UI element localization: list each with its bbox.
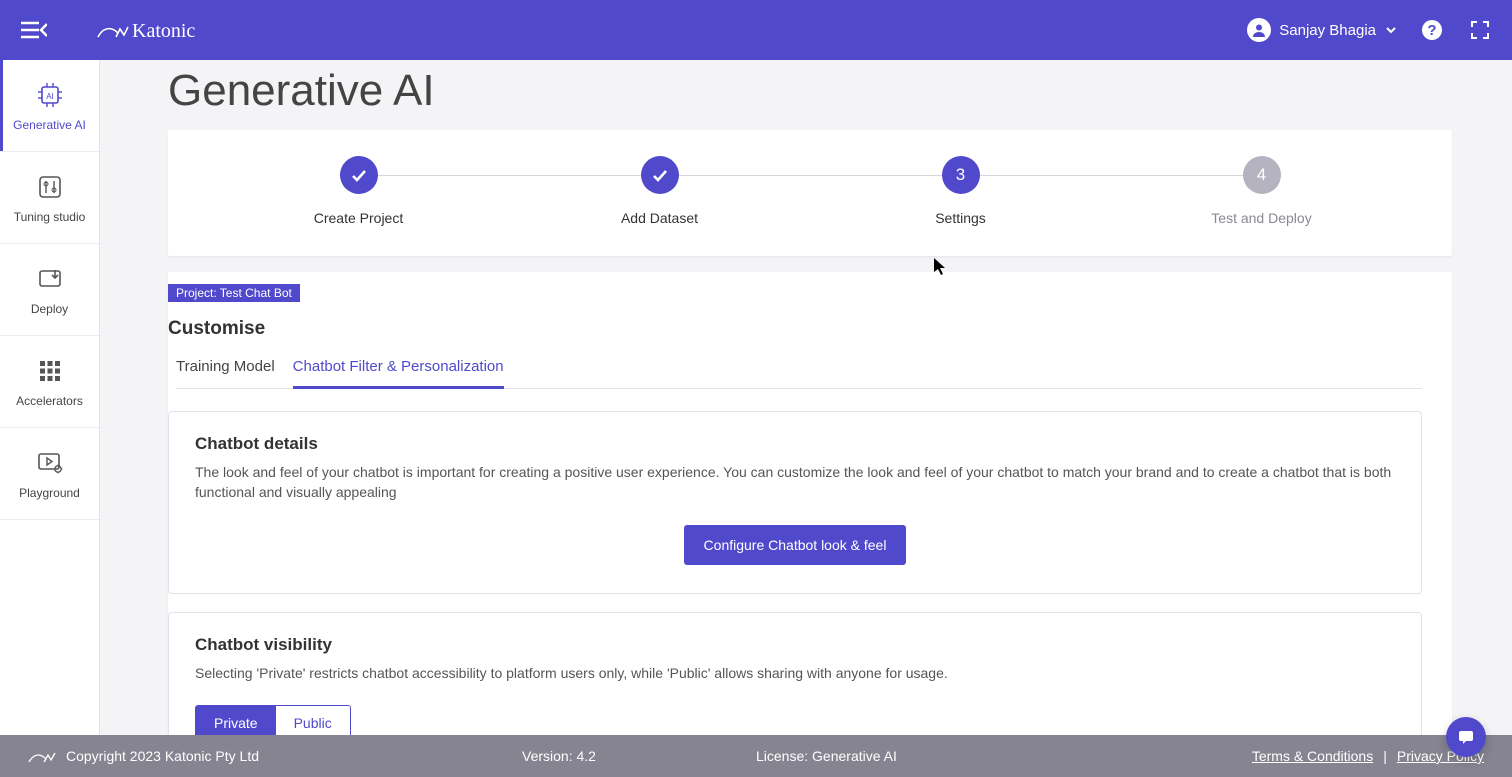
visibility-public-option[interactable]: Public (276, 706, 350, 735)
configure-chatbot-button[interactable]: Configure Chatbot look & feel (684, 525, 907, 565)
user-menu[interactable]: Sanjay Bhagia (1247, 18, 1398, 42)
topbar: Katonic Sanjay Bhagia ? (0, 0, 1512, 60)
sidebar-item-label: Generative AI (13, 118, 86, 132)
tab-chatbot-filter-personalization[interactable]: Chatbot Filter & Personalization (293, 358, 504, 388)
sidebar-item-playground[interactable]: Playground (0, 428, 99, 520)
panel-chatbot-visibility: Chatbot visibility Selecting 'Private' r… (168, 612, 1422, 735)
menu-icon (21, 20, 47, 40)
footer-license: License: Generative AI (756, 748, 897, 764)
step-label: Add Dataset (621, 210, 698, 226)
menu-toggle-button[interactable] (18, 14, 50, 46)
tuning-icon (35, 172, 65, 202)
step-test-deploy[interactable]: 4 Test and Deploy (1111, 156, 1412, 226)
grid-icon (35, 356, 65, 386)
footer-copyright: Copyright 2023 Katonic Pty Ltd (66, 748, 259, 764)
step-settings[interactable]: 3 Settings (810, 156, 1111, 226)
visibility-private-option[interactable]: Private (196, 706, 276, 735)
sidebar-item-deploy[interactable]: Deploy (0, 244, 99, 336)
footer: Copyright 2023 Katonic Pty Ltd Version: … (0, 735, 1512, 777)
svg-text:?: ? (1427, 22, 1436, 39)
help-icon: ? (1420, 18, 1444, 42)
katonic-logo-icon: Katonic (96, 15, 226, 45)
page-title: Generative AI (168, 66, 1452, 116)
panel-description: Selecting 'Private' restricts chatbot ac… (195, 663, 1395, 683)
fullscreen-icon (1470, 20, 1490, 40)
sidebar-item-generative-ai[interactable]: AI Generative AI (0, 60, 99, 152)
footer-terms-link[interactable]: Terms & Conditions (1252, 748, 1373, 764)
tab-label: Training Model (176, 358, 275, 375)
footer-version: Version: 4.2 (522, 748, 596, 764)
stepper-card: Create Project Add Dataset 3 Settings 4 … (168, 130, 1452, 256)
customise-heading: Customise (168, 318, 1422, 340)
tab-bar: Training Model Chatbot Filter & Personal… (176, 358, 1422, 389)
sidebar-item-tuning-studio[interactable]: Tuning studio (0, 152, 99, 244)
footer-divider: | (1383, 748, 1387, 764)
progress-stepper: Create Project Add Dataset 3 Settings 4 … (208, 156, 1412, 226)
panel-description: The look and feel of your chatbot is imp… (195, 462, 1395, 503)
sidebar-item-label: Tuning studio (14, 210, 86, 224)
content-card: Project: Test Chat Bot Customise Trainin… (168, 272, 1452, 735)
panel-chatbot-details: Chatbot details The look and feel of you… (168, 411, 1422, 594)
step-number: 4 (1243, 156, 1281, 194)
play-gear-icon (35, 448, 65, 478)
avatar-icon (1247, 18, 1271, 42)
sidebar: AI Generative AI Tuning studio Deploy (0, 60, 100, 735)
main-content: Generative AI Create Project Add Dataset… (100, 60, 1512, 735)
step-label: Settings (935, 210, 986, 226)
sidebar-item-accelerators[interactable]: Accelerators (0, 336, 99, 428)
help-button[interactable]: ? (1418, 16, 1446, 44)
chat-support-button[interactable] (1446, 717, 1486, 757)
step-number: 3 (942, 156, 980, 194)
chevron-down-icon (1384, 23, 1398, 37)
check-icon (641, 156, 679, 194)
deploy-icon (35, 264, 65, 294)
tab-training-model[interactable]: Training Model (176, 358, 275, 388)
tab-label: Chatbot Filter & Personalization (293, 358, 504, 375)
project-badge: Project: Test Chat Bot (168, 284, 300, 302)
visibility-toggle: Private Public (195, 705, 351, 735)
step-add-dataset[interactable]: Add Dataset (509, 156, 810, 226)
svg-text:AI: AI (46, 92, 54, 101)
panel-title: Chatbot visibility (195, 635, 1395, 655)
sidebar-item-label: Accelerators (16, 394, 83, 408)
ai-chip-icon: AI (35, 80, 65, 110)
user-name-label: Sanjay Bhagia (1279, 22, 1376, 39)
chat-icon (1456, 727, 1476, 747)
step-label: Test and Deploy (1211, 210, 1311, 226)
fullscreen-button[interactable] (1466, 16, 1494, 44)
check-icon (340, 156, 378, 194)
brand-logo[interactable]: Katonic (96, 15, 226, 45)
step-label: Create Project (314, 210, 403, 226)
svg-text:Katonic: Katonic (132, 20, 195, 42)
sidebar-item-label: Deploy (31, 302, 68, 316)
step-create-project[interactable]: Create Project (208, 156, 509, 226)
footer-logo-icon (28, 746, 56, 766)
panel-title: Chatbot details (195, 434, 1395, 454)
sidebar-item-label: Playground (19, 486, 80, 500)
